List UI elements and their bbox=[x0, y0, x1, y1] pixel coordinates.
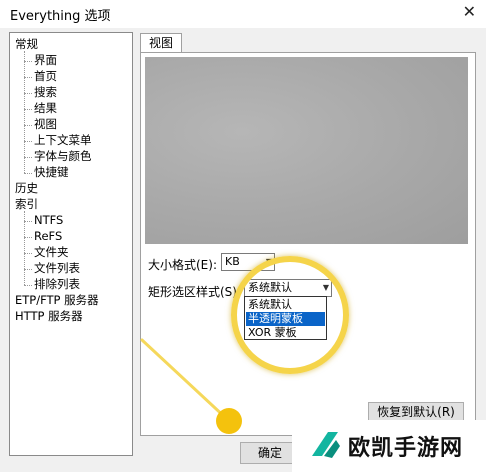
annotation-dot bbox=[216, 408, 242, 434]
annotation-arrow-line bbox=[140, 338, 230, 422]
watermark-text: 欧凯手游网 bbox=[348, 436, 464, 461]
annotation-highlight-circle bbox=[231, 256, 349, 374]
watermark-logo-icon bbox=[312, 432, 340, 458]
